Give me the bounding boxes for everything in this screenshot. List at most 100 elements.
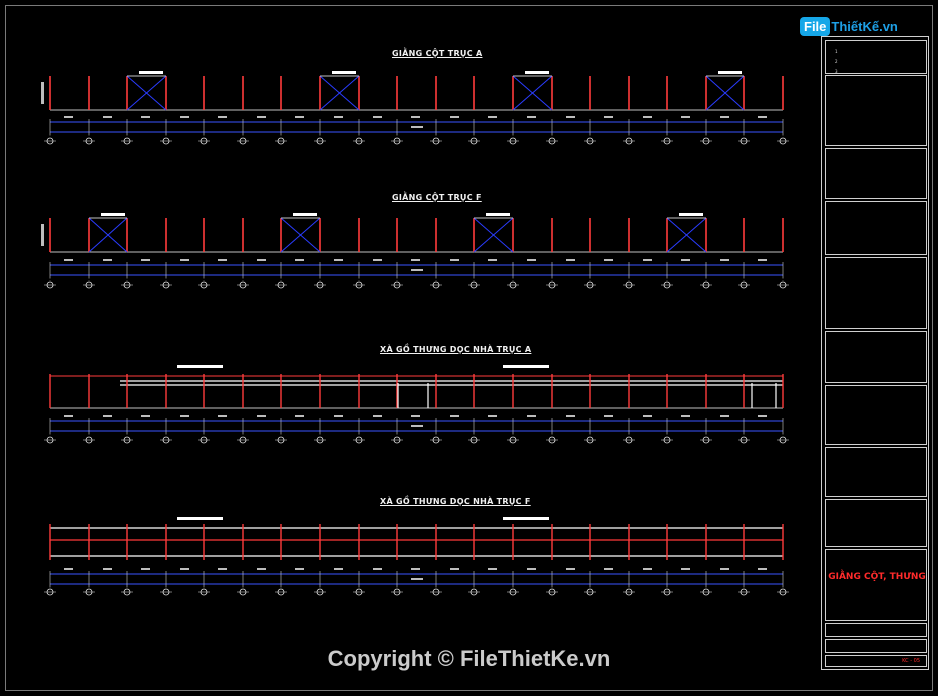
purlin-a-dim-text <box>411 415 420 417</box>
tb-cell-owner <box>825 75 927 146</box>
tb-cell-approver <box>825 331 927 383</box>
purlin-f-dim-text <box>411 568 420 570</box>
purlin-f-dim-text <box>604 568 613 570</box>
cad-drawing-canvas[interactable]: GIẰNG CỘT TRỤC A GIẰNG CỘT TRỤC F XÀ GỒ … <box>0 0 938 696</box>
bracing-a-dim-text <box>411 116 420 118</box>
bracing-a-dim-text <box>643 116 652 118</box>
tb-cell-consultant <box>825 257 927 329</box>
bracing-f-dim-text <box>720 259 729 261</box>
purlin-a-dim-text <box>450 415 459 417</box>
purlin-a-dim-text <box>681 415 690 417</box>
bracing-f-brace-label <box>679 213 703 216</box>
tb-cell-scale <box>825 623 927 637</box>
bracing-f-dim-total-text <box>411 269 423 271</box>
bracing-f-dim-text <box>257 259 266 261</box>
site-logo[interactable]: File ThiếtKế.vn <box>800 14 898 38</box>
section-title-bracing-axis-f: GIẰNG CỘT TRỤC F <box>392 193 482 202</box>
purlin-f-dim-text <box>681 568 690 570</box>
bracing-a-dim-text <box>488 116 497 118</box>
purlin-a-label <box>503 365 549 368</box>
bracing-a-brace-label <box>525 71 549 74</box>
bracing-a-brace-label <box>332 71 356 74</box>
bracing-f-dim-text <box>527 259 536 261</box>
purlin-f-dim-text <box>758 568 767 570</box>
purlin-f-dim-text <box>218 568 227 570</box>
bracing-f-dim-text <box>566 259 575 261</box>
bracing-f-dim-text <box>334 259 343 261</box>
purlin-f-dim-text <box>180 568 189 570</box>
purlin-a-label <box>177 365 223 368</box>
bracing-a-dim-text <box>64 116 73 118</box>
purlin-a-dim-text <box>566 415 575 417</box>
bracing-f-height-dim <box>41 224 44 246</box>
purlin-a-dim-text <box>334 415 343 417</box>
section-title-purlin-axis-a: XÀ GỒ THƯNG DỌC NHÀ TRỤC A <box>380 345 532 354</box>
bracing-f-dim-text <box>450 259 459 261</box>
title-block: 1 2 3 GIẰNG CỘT, THƯNG KC - 05 <box>821 36 929 670</box>
revision-row-3: 3 <box>835 69 838 74</box>
bracing-a-dim-text <box>257 116 266 118</box>
purlin-f-dim-text <box>334 568 343 570</box>
bracing-f-dim-text <box>758 259 767 261</box>
purlin-f-dim-text <box>450 568 459 570</box>
bracing-a-dim-text <box>218 116 227 118</box>
purlin-a-dim-text <box>758 415 767 417</box>
bracing-f-dim-text <box>218 259 227 261</box>
bracing-a-dim-text <box>373 116 382 118</box>
logo-text: ThiếtKế.vn <box>831 18 898 34</box>
purlin-f-dim-text <box>566 568 575 570</box>
bracing-f-brace-label <box>293 213 317 216</box>
bracing-f-dim-text <box>295 259 304 261</box>
purlin-f-dim-text <box>103 568 112 570</box>
tb-cell-sheet-name: GIẰNG CỘT, THƯNG <box>825 549 927 621</box>
purlin-a-dim-total-text <box>411 425 423 427</box>
bracing-f-dim-text <box>681 259 690 261</box>
purlin-f-dim-text <box>720 568 729 570</box>
tb-cell-designer <box>825 385 927 445</box>
revision-row-2: 2 <box>835 59 838 64</box>
revision-row-1: 1 <box>835 49 838 54</box>
bracing-a-dim-text <box>566 116 575 118</box>
bracing-f-dim-text <box>488 259 497 261</box>
purlin-a-dim-text <box>103 415 112 417</box>
tb-cell-location <box>825 201 927 255</box>
purlin-f-dim-text <box>64 568 73 570</box>
bracing-a-dim-text <box>295 116 304 118</box>
purlin-a-dim-text <box>720 415 729 417</box>
bracing-f-dim-text <box>141 259 150 261</box>
tb-cell-checker <box>825 447 927 497</box>
purlin-a-dim-text <box>218 415 227 417</box>
section-title-purlin-axis-f: XÀ GỒ THƯNG DỌC NHÀ TRỤC F <box>380 497 531 506</box>
purlin-f-dim-text <box>643 568 652 570</box>
bracing-a-dim-total-text <box>411 126 423 128</box>
purlin-f-dim-text <box>141 568 150 570</box>
purlin-f-label <box>503 517 549 520</box>
tb-cell-project <box>825 148 927 199</box>
bracing-f-dim-text <box>180 259 189 261</box>
purlin-f-dim-text <box>488 568 497 570</box>
purlin-a-dim-text <box>373 415 382 417</box>
purlin-a-dim-text <box>643 415 652 417</box>
purlin-a-dim-text <box>64 415 73 417</box>
purlin-f-dim-text <box>295 568 304 570</box>
section-title-bracing-axis-a: GIẰNG CỘT TRỤC A <box>392 49 483 58</box>
logo-mark: File <box>800 16 831 36</box>
purlin-a-dim-text <box>295 415 304 417</box>
bracing-a-brace-label <box>139 71 163 74</box>
purlin-a-dim-text <box>257 415 266 417</box>
bracing-f-dim-text <box>643 259 652 261</box>
bracing-f-dim-text <box>604 259 613 261</box>
bracing-a-dim-text <box>180 116 189 118</box>
bracing-a-dim-text <box>681 116 690 118</box>
bracing-a-height-dim <box>41 82 44 104</box>
bracing-f-dim-text <box>373 259 382 261</box>
purlin-f-dim-text <box>527 568 536 570</box>
bracing-f-brace-label <box>101 213 125 216</box>
copyright-watermark: Copyright © FileThietKe.vn <box>327 646 611 671</box>
bracing-a-dim-text <box>527 116 536 118</box>
bracing-f-dim-text <box>103 259 112 261</box>
bracing-a-dim-text <box>720 116 729 118</box>
bracing-f-dim-text <box>64 259 73 261</box>
purlin-f-dim-text <box>373 568 382 570</box>
purlin-f-label <box>177 517 223 520</box>
